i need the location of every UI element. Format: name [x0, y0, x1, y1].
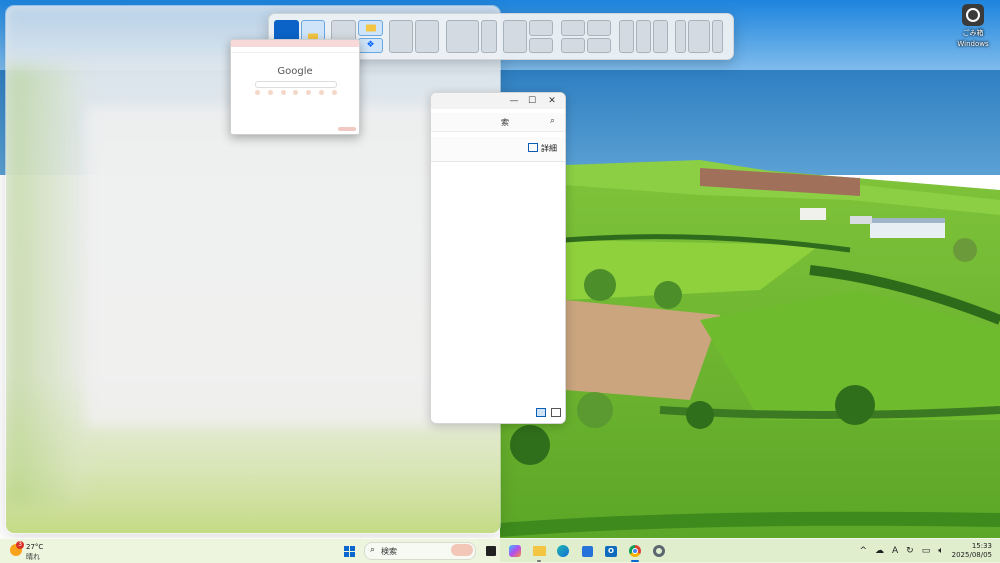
recycle-bin-desktop-icon[interactable]: ごみ箱 Windows	[948, 4, 998, 48]
notification-badge: 3	[16, 541, 24, 549]
task-view-button[interactable]	[482, 542, 500, 560]
snap-zone[interactable]	[587, 20, 611, 36]
chrome-button[interactable]	[626, 542, 644, 562]
copilot-button[interactable]	[506, 542, 524, 560]
edge-button[interactable]	[554, 542, 572, 560]
copilot-icon	[509, 545, 521, 557]
store-icon	[581, 545, 593, 557]
system-tray: ^ ☁ A ↻ ▭ 🔈︎ 15:33 2025/08/05	[859, 542, 992, 560]
weather-temp: 27°C	[26, 543, 44, 551]
folder-icon	[365, 24, 376, 32]
snap-zone[interactable]	[561, 20, 585, 36]
snap-zone[interactable]	[529, 20, 553, 36]
snap-zone[interactable]	[481, 20, 497, 53]
taskbar-search[interactable]: ⌕ 検索	[364, 542, 476, 560]
chrome-shortcuts	[255, 90, 337, 95]
snap-layout-thirds	[619, 20, 668, 53]
taskbar-apps: ⌕ 検索 O	[340, 542, 668, 562]
chrome-tab-bar	[231, 40, 359, 47]
snap-layout-quarters	[561, 20, 611, 53]
details-pane-icon	[528, 143, 538, 152]
details-view-button[interactable]	[536, 408, 547, 417]
search-icon: ⌕	[549, 116, 555, 126]
snap-zone[interactable]	[587, 37, 611, 53]
snap-zone-bottom-right[interactable]: ❖	[358, 37, 383, 53]
snap-layout-wide-center	[675, 20, 723, 53]
outlook-button[interactable]: O	[602, 542, 620, 560]
explorer-command-bar: 詳細	[431, 137, 565, 162]
edge-icon	[557, 545, 569, 557]
snap-zone[interactable]	[529, 37, 553, 53]
chrome-toolbar	[231, 47, 359, 53]
snap-zone[interactable]	[636, 20, 651, 53]
file-explorer-window[interactable]: — ☐ ✕ 索 ⌕ 詳細	[430, 92, 566, 424]
volume-icon[interactable]: 🔈︎	[938, 546, 943, 556]
ime-indicator[interactable]: A	[892, 546, 898, 556]
search-placeholder: 検索	[381, 547, 397, 556]
snap-zone[interactable]	[415, 20, 439, 53]
snap-zone[interactable]	[712, 20, 723, 53]
desktop-icon-label: ごみ箱	[962, 29, 984, 37]
chrome-window-thumbnail[interactable]: Google	[230, 39, 360, 135]
refresh-icon[interactable]: ↻	[906, 546, 914, 556]
network-icon[interactable]: ▭	[922, 546, 931, 556]
start-button[interactable]	[340, 542, 358, 560]
snap-layout-two-thirds	[446, 20, 497, 53]
file-explorer-button[interactable]	[530, 542, 548, 562]
tiles-view-button[interactable]	[551, 408, 561, 417]
settings-button[interactable]	[650, 542, 668, 560]
search-icon: ⌕	[370, 545, 376, 555]
details-button[interactable]: 詳細	[541, 143, 557, 154]
snap-layout-one-and-two-stacked	[503, 20, 553, 53]
snap-zone[interactable]	[653, 20, 668, 53]
snap-zone[interactable]	[561, 37, 585, 53]
folder-icon	[532, 546, 546, 556]
search-highlight-icon	[451, 544, 473, 556]
explorer-search-box[interactable]: 索 ⌕	[431, 113, 565, 132]
taskbar: 3 27°C 晴れ ⌕ 検索 O ^ ☁ A ↻ ▭ 🔈︎ 15:33 2025…	[0, 538, 1000, 563]
snap-zone[interactable]	[446, 20, 479, 53]
snap-zone[interactable]	[503, 20, 527, 53]
windows-logo-icon	[343, 545, 355, 557]
snap-layout-halves	[389, 20, 439, 53]
google-logo: Google	[277, 66, 313, 77]
chevron-up-icon[interactable]: ^	[859, 546, 867, 556]
store-button[interactable]	[578, 542, 596, 560]
clock-time: 15:33	[971, 542, 992, 550]
weather-condition: 晴れ	[26, 553, 40, 561]
snap-zone[interactable]	[675, 20, 686, 53]
desktop-icon-label-line2: Windows	[957, 40, 989, 48]
dropbox-icon: ❖	[366, 40, 375, 51]
snap-zone[interactable]	[389, 20, 413, 53]
snap-zone[interactable]	[619, 20, 634, 53]
snap-zone[interactable]	[688, 20, 710, 53]
clock[interactable]: 15:33 2025/08/05	[952, 542, 992, 560]
google-search-box	[255, 81, 337, 88]
view-toggle	[534, 408, 561, 420]
close-button[interactable]: ✕	[545, 95, 559, 107]
outlook-icon: O	[605, 545, 617, 557]
snap-zone-top-right[interactable]	[358, 20, 383, 36]
gear-icon	[653, 545, 665, 557]
task-view-icon	[486, 546, 496, 556]
recycle-bin-icon	[962, 4, 984, 26]
customize-chrome-button	[338, 127, 356, 131]
minimize-button[interactable]: —	[507, 95, 521, 107]
chrome-icon	[629, 545, 641, 557]
onedrive-icon[interactable]: ☁	[875, 546, 884, 556]
clock-date: 2025/08/05	[951, 551, 992, 559]
search-box-text: 索	[501, 118, 509, 127]
explorer-titlebar[interactable]: — ☐ ✕	[431, 93, 565, 109]
maximize-button[interactable]: ☐	[525, 95, 539, 107]
